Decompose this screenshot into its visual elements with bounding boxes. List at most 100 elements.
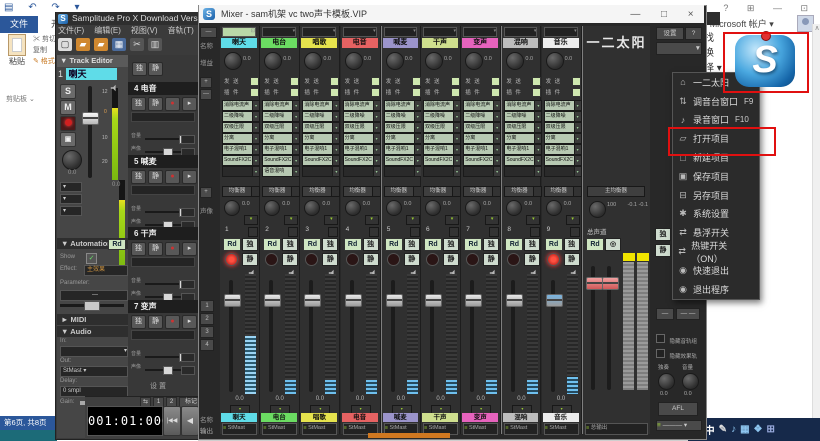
plugin-slot[interactable]: 电子混响1	[262, 144, 294, 155]
send-enable-box[interactable]	[532, 77, 542, 86]
eq-button[interactable]: 均衡器	[342, 186, 373, 197]
input-selector[interactable]: ▾	[383, 27, 417, 37]
gain-knob[interactable]	[264, 52, 283, 70]
eq-button[interactable]: 均衡器	[302, 186, 333, 197]
plugin-slot-dropdown[interactable]: ▾	[372, 155, 381, 166]
channel-name-label[interactable]: 音乐	[542, 38, 579, 48]
clip-indicator-right[interactable]	[637, 253, 649, 261]
plugin-slot[interactable]: SoundFX2C	[342, 155, 374, 166]
menu-item-保存项目[interactable]: ▣ 保存项目	[673, 167, 759, 186]
plugin-slot[interactable]: SoundFX2C	[222, 155, 253, 166]
record-button[interactable]	[426, 253, 439, 266]
input-selector[interactable]: ▾	[262, 27, 297, 37]
master-dither-button[interactable]: ◎	[605, 238, 621, 251]
record-button[interactable]	[265, 253, 279, 266]
plugin-slot[interactable]	[504, 166, 536, 177]
solo-button[interactable]: 独	[563, 238, 580, 251]
plugin-slot[interactable]: 双级压限	[463, 122, 495, 133]
plugin-slot[interactable]: 双级压限	[383, 122, 415, 133]
rail-view-1[interactable]: 1	[200, 300, 214, 312]
pan-dropdown[interactable]: ▾	[445, 215, 459, 225]
fader-cap[interactable]	[506, 294, 524, 307]
output-selector[interactable]: ≡ StMast	[262, 423, 298, 435]
plugin-enable-box[interactable]	[451, 88, 460, 97]
eq-button[interactable]: 均衡器	[262, 186, 293, 197]
pan-knob[interactable]	[465, 200, 482, 216]
volume-fader-cap[interactable]	[82, 112, 99, 125]
mixer-close[interactable]: ×	[688, 9, 694, 20]
track-record-button[interactable]: ●	[165, 242, 180, 256]
plugin-slot[interactable]: 消除电流声	[423, 100, 454, 111]
plugin-slot[interactable]: SoundFX2C	[262, 155, 294, 166]
plugin-slot[interactable]: 双级压限	[543, 122, 575, 133]
menu-item-调音台窗口[interactable]: ⇅ 调音台窗口 F9	[673, 92, 759, 111]
channel-name-label[interactable]: 唱歌	[301, 38, 338, 48]
plugin-slot[interactable]: 二级降噪	[423, 111, 454, 122]
pan-knob[interactable]	[344, 200, 361, 216]
plugin-slot-dropdown[interactable]: ▾	[573, 111, 582, 122]
plugin-slot[interactable]: 分离	[463, 133, 495, 144]
te-mini-button-1[interactable]: ▾	[60, 182, 82, 192]
channel-name-bottom[interactable]: 变声	[462, 413, 499, 422]
track3-mute-button[interactable]: 静	[148, 62, 163, 76]
channel-number-box[interactable]	[409, 227, 420, 237]
plugin-slot-dropdown[interactable]: ▾	[252, 133, 260, 144]
record-button[interactable]	[466, 253, 480, 266]
plugin-slot[interactable]: 分离	[222, 133, 253, 144]
open-folder-icon[interactable]: ▰	[76, 38, 90, 51]
plugin-slot-dropdown[interactable]: ▾	[493, 166, 502, 177]
track-record-button[interactable]: ●	[165, 97, 180, 111]
send-enable-box[interactable]	[330, 77, 340, 86]
track-monitor-button[interactable]: ▸	[182, 97, 197, 111]
menu-item-系统设置[interactable]: ✱ 系统设置	[673, 205, 759, 224]
plugin-slot-dropdown[interactable]: ▾	[332, 144, 341, 155]
master-fader-cap-left[interactable]	[586, 277, 603, 290]
pan-knob[interactable]	[264, 200, 281, 216]
wide-strips-button[interactable]: — —	[676, 308, 700, 320]
parameter-value[interactable]: —	[60, 290, 128, 301]
gain-knob[interactable]	[224, 52, 242, 70]
plugin-slot[interactable]: 二级降噪	[222, 111, 253, 122]
fader-cap[interactable]	[304, 294, 322, 307]
channel-number-box[interactable]	[248, 227, 258, 237]
send-enable-box[interactable]	[370, 77, 380, 86]
input-selector[interactable]: ▾	[342, 27, 377, 37]
plugin-slot[interactable]: 分离	[504, 133, 536, 144]
plugin-slot-dropdown[interactable]: ▾	[252, 166, 260, 177]
eq-button[interactable]: 均衡器	[463, 186, 494, 197]
audio-out-dropdown[interactable]: StMast ▾	[60, 366, 128, 377]
narrow-strips-button[interactable]: —	[656, 308, 674, 320]
plugin-slot[interactable]: SoundFX2C	[423, 155, 454, 166]
automation-slider-handle[interactable]	[84, 301, 100, 311]
solo-button[interactable]: 独	[362, 238, 379, 251]
microphone-icon[interactable]: ♪	[731, 424, 736, 435]
send-enable-box[interactable]	[411, 77, 421, 86]
rewind-button[interactable]: |◀◀	[163, 406, 181, 436]
rd-button[interactable]: Rd	[303, 238, 322, 251]
track-header[interactable]: 6 干声	[128, 227, 204, 240]
plugin-slot-dropdown[interactable]: ▾	[292, 133, 301, 144]
plugin-slot[interactable]: 双级压限	[222, 122, 253, 133]
monitor-solo-knob[interactable]	[658, 373, 675, 390]
plugin-slot-dropdown[interactable]: ▾	[573, 166, 582, 177]
plugin-slot[interactable]: 电子混响1	[383, 144, 415, 155]
eq-button[interactable]: 均衡器	[504, 186, 535, 197]
mixer-window-controls[interactable]: — □ ×	[620, 5, 704, 23]
plugin-slot-dropdown[interactable]: ▾	[332, 155, 341, 166]
plugin-slot-dropdown[interactable]: ▾	[372, 144, 381, 155]
mute-button[interactable]: 静	[282, 253, 299, 266]
pan-knob[interactable]	[62, 150, 82, 170]
plugin-slot[interactable]: 双级压限	[423, 122, 454, 133]
send-enable-box[interactable]	[250, 77, 259, 86]
solo-button[interactable]: 独	[524, 238, 541, 251]
te-mini-button-3[interactable]: ▾	[60, 206, 82, 216]
track-mute-button[interactable]: 静	[148, 97, 163, 111]
samplitude-menu[interactable]: 音轨(T)	[168, 25, 194, 37]
rd-button[interactable]: Rd	[544, 238, 563, 251]
record-button[interactable]	[345, 253, 359, 266]
track-monitor-button[interactable]: ▸	[182, 314, 197, 329]
track-record-button[interactable]: ●	[165, 169, 180, 184]
rd-button[interactable]: Rd	[424, 238, 442, 251]
gain-knob[interactable]	[304, 52, 323, 70]
rd-button[interactable]: Rd	[464, 238, 483, 251]
